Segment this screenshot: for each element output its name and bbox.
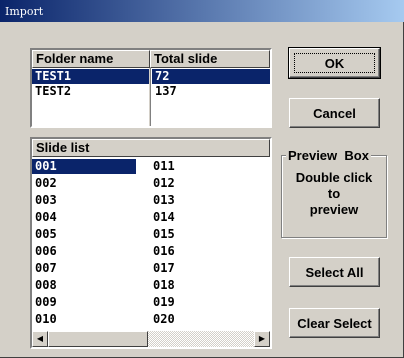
folder-total-cell: 72: [152, 69, 270, 84]
preview-line-1: Double click: [295, 170, 373, 185]
slide-list-item[interactable]: 005: [32, 227, 136, 242]
preview-line-3: preview: [309, 202, 359, 217]
column-divider: [149, 68, 151, 126]
cancel-button-label: Cancel: [313, 105, 356, 121]
slide-listview[interactable]: Slide list 001 002 003 004 005 006 007 008 009 01…: [30, 137, 272, 349]
scroll-thumb[interactable]: [48, 331, 148, 347]
slide-list-item[interactable]: 016: [150, 244, 260, 259]
folder-name-cell: TEST2: [35, 84, 72, 98]
slide-list-item[interactable]: 006: [32, 244, 136, 259]
column-header-slide-list[interactable]: Slide list: [32, 139, 270, 157]
clear-select-button-label: Clear Select: [297, 315, 372, 331]
slide-list-item[interactable]: 014: [150, 210, 260, 225]
slide-list-item[interactable]: 007: [32, 261, 136, 276]
slide-list-item[interactable]: 008: [32, 278, 136, 293]
horizontal-scrollbar[interactable]: ◀ ▶: [32, 331, 270, 347]
slide-list-item[interactable]: 020: [150, 312, 260, 327]
select-all-button[interactable]: Select All: [289, 257, 380, 287]
ok-button-label: OK: [324, 55, 345, 71]
slide-list-item[interactable]: 004: [32, 210, 136, 225]
scroll-right-button[interactable]: ▶: [254, 331, 270, 347]
slide-list-item[interactable]: 012: [150, 176, 260, 191]
select-all-button-label: Select All: [305, 264, 364, 280]
column-header-folder-name[interactable]: Folder name: [32, 50, 150, 68]
folder-total-cell: 137: [155, 84, 177, 98]
clear-select-button[interactable]: Clear Select: [289, 308, 380, 338]
scroll-right-arrow-icon: ▶: [258, 334, 266, 343]
slide-list-item[interactable]: 010: [32, 312, 136, 327]
preview-instruction: Double click to preview: [281, 170, 387, 218]
preview-box-label: Preview Box: [286, 148, 371, 163]
slide-list-item[interactable]: 019: [150, 295, 260, 310]
slide-list-item[interactable]: 009: [32, 295, 136, 310]
preview-line-2: to: [327, 186, 341, 201]
scroll-left-button[interactable]: ◀: [32, 331, 48, 347]
cancel-button[interactable]: Cancel: [289, 98, 380, 128]
window-title: Import: [5, 5, 44, 18]
column-header-total-slide[interactable]: Total slide: [150, 50, 270, 68]
slide-list-item[interactable]: 002: [32, 176, 136, 191]
import-dialog: Import Folder name Total slide TEST1 72 …: [0, 0, 404, 358]
slide-list-item[interactable]: 003: [32, 193, 136, 208]
title-bar[interactable]: Import: [0, 0, 404, 22]
scroll-left-arrow-icon: ◀: [36, 334, 44, 343]
folder-name-cell: TEST1: [32, 69, 149, 84]
slide-list-item[interactable]: 011: [150, 159, 260, 174]
folder-listview[interactable]: Folder name Total slide TEST1 72 TEST2 1…: [30, 48, 272, 128]
slide-list-item[interactable]: 017: [150, 261, 260, 276]
slide-list-item[interactable]: 001: [32, 159, 136, 174]
ok-button[interactable]: OK: [288, 47, 381, 79]
slide-list-item[interactable]: 015: [150, 227, 260, 242]
slide-list-item[interactable]: 018: [150, 278, 260, 293]
slide-list-item[interactable]: 013: [150, 193, 260, 208]
